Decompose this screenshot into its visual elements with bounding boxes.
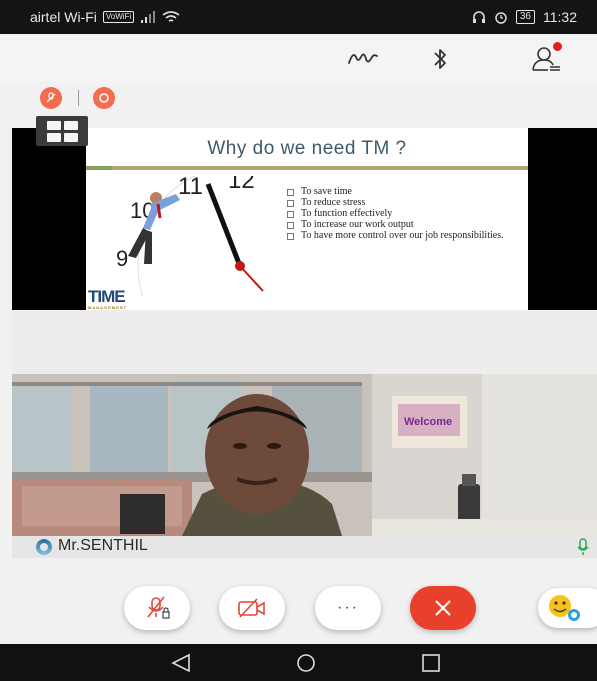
participant-video[interactable]: Welcome xyxy=(12,374,597,536)
video-off-icon xyxy=(238,598,265,618)
recents-icon[interactable] xyxy=(420,653,442,673)
list-item: To have more control over our job respon… xyxy=(286,230,511,241)
notification-dot xyxy=(553,42,562,51)
list-item: To save time xyxy=(286,186,511,197)
headset-icon xyxy=(472,10,485,23)
slide-title: Why do we need TM ? xyxy=(207,138,407,159)
more-button[interactable]: ··· xyxy=(315,586,381,630)
alarm-icon xyxy=(495,12,507,24)
battery-icon: 36 xyxy=(515,10,535,24)
clock: 11:32 xyxy=(543,9,577,25)
video-frame: Welcome xyxy=(12,374,597,536)
call-controls: ··· xyxy=(0,558,597,644)
video-off-button[interactable] xyxy=(219,586,285,630)
list-item: To increase our work output xyxy=(286,219,511,230)
carrier-label: airtel Wi-Fi xyxy=(30,9,97,25)
self-status-row xyxy=(0,82,597,128)
end-call-button[interactable] xyxy=(410,586,476,630)
reactions-button[interactable] xyxy=(538,588,597,628)
clock-number-9: 9 xyxy=(116,246,128,271)
clock-man-illustration: 11 12 10 9 xyxy=(88,176,278,296)
participant-name: Mr.SENTHIL xyxy=(58,537,148,554)
slide-underline xyxy=(86,166,528,170)
logo-text: TIME xyxy=(88,287,126,306)
home-icon[interactable] xyxy=(295,653,317,673)
vowifi-badge: VoWiFi xyxy=(102,11,135,23)
close-icon xyxy=(435,600,451,616)
list-item: To function effectively xyxy=(286,208,511,219)
clock-number-11: 11 xyxy=(178,176,203,200)
participant-status-icon xyxy=(36,539,52,555)
participant-mic-icon xyxy=(577,538,589,555)
system-nav-bar xyxy=(0,644,597,681)
mute-button[interactable] xyxy=(124,586,190,630)
muted-mic-icon xyxy=(40,87,62,109)
divider xyxy=(78,90,79,106)
more-options-icon: ··· xyxy=(337,599,359,616)
record-icon xyxy=(93,87,115,109)
clock-number-12: 12 xyxy=(228,176,255,194)
stage-background xyxy=(12,310,597,374)
meeting-screen: airtel Wi-Fi VoWiFi 36 11:32 Why do we n… xyxy=(0,0,597,681)
slide-bullet-list: To save time To reduce stress To functio… xyxy=(286,186,511,241)
shared-content[interactable]: Why do we need TM ? 11 12 10 9 To save t… xyxy=(12,128,597,310)
status-bar: airtel Wi-Fi VoWiFi 36 11:32 xyxy=(0,0,597,34)
presentation-slide: Why do we need TM ? 11 12 10 9 To save t… xyxy=(86,128,528,310)
participant-name-bar: Mr.SENTHIL xyxy=(12,536,597,558)
emoji-icon xyxy=(549,595,580,621)
meeting-toolbar xyxy=(0,34,597,82)
wifi-icon xyxy=(162,10,180,22)
list-item: To reduce stress xyxy=(286,197,511,208)
back-icon[interactable] xyxy=(170,653,192,673)
signal-icon xyxy=(141,11,156,23)
layout-grid-button[interactable] xyxy=(36,116,88,146)
poster-text: Welcome xyxy=(404,416,452,428)
time-management-logo: TIME MANAGEMENT xyxy=(88,288,127,310)
bluetooth-icon[interactable] xyxy=(423,42,457,76)
participants-icon[interactable] xyxy=(530,42,564,76)
muted-mic-locked-icon xyxy=(147,596,170,619)
annotate-icon[interactable] xyxy=(346,42,380,76)
